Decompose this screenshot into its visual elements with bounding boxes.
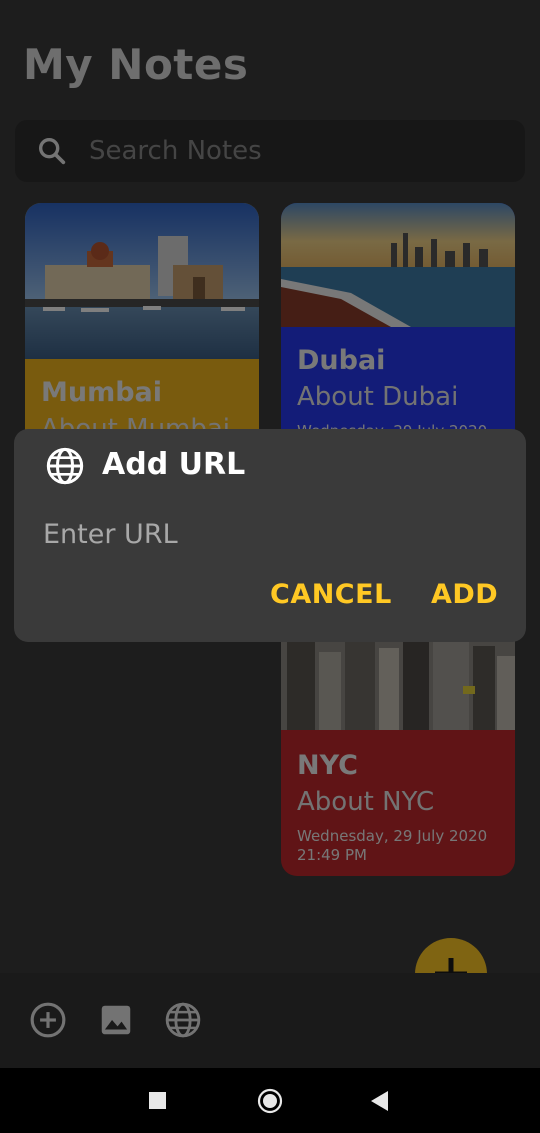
globe-icon — [46, 447, 84, 485]
add-url-dialog: Add URL CANCEL ADD — [14, 429, 526, 642]
system-navigation-bar — [0, 1068, 540, 1133]
cancel-button[interactable]: CANCEL — [270, 579, 392, 610]
home-icon[interactable] — [257, 1088, 283, 1114]
dialog-title: Add URL — [102, 447, 246, 482]
add-button[interactable]: ADD — [431, 579, 498, 610]
recents-icon[interactable] — [149, 1092, 166, 1109]
back-icon[interactable] — [371, 1091, 389, 1111]
url-input[interactable] — [43, 514, 493, 554]
app-screen: My Notes — [0, 0, 540, 1068]
